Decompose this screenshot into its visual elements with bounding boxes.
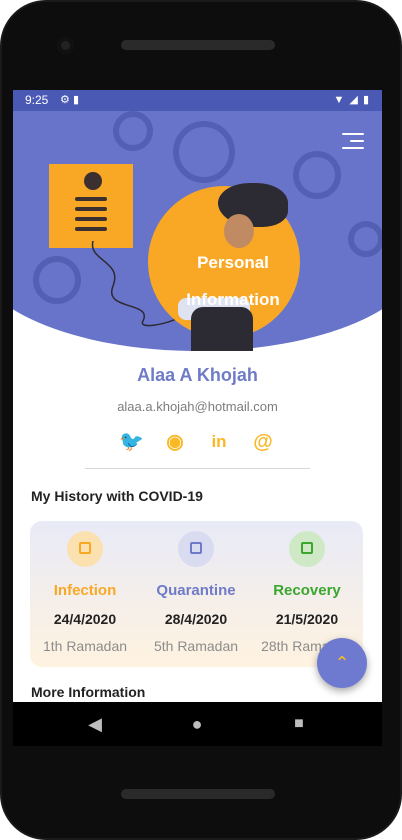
hero-title-line1: Personal (197, 253, 269, 272)
history-date: 24/4/2020 (53, 611, 117, 627)
signal-icon: ◢ (349, 94, 359, 106)
scroll-up-button[interactable]: ⌃ (317, 638, 367, 688)
hero-title: Personal Information (173, 244, 293, 318)
virus-decoration-icon (33, 256, 81, 304)
linkedin-icon[interactable]: in (207, 430, 231, 454)
hero-banner: Personal Information (13, 111, 382, 351)
recents-icon[interactable]: ■ (279, 702, 319, 746)
history-label: Recovery (273, 582, 341, 599)
history-ramadan: 1th Ramadan (42, 638, 128, 654)
history-column-quarantine: Quarantine 28/4/2020 5th Ramadan (141, 521, 251, 667)
virus-decoration-icon (113, 111, 153, 151)
profile-name: Alaa A Khojah (137, 365, 258, 385)
status-left-icons: ⚙ ▮ (60, 93, 79, 106)
email-at-icon[interactable]: @ (251, 430, 275, 454)
history-column-infection: Infection 24/4/2020 1th Ramadan (30, 521, 140, 667)
virus-decoration-icon (173, 121, 235, 183)
calendar-icon (289, 531, 325, 567)
status-right-icons: ▼ ◢ ▮ (333, 93, 370, 106)
bottom-speaker (121, 789, 275, 799)
calendar-icon (67, 531, 103, 567)
history-date: 21/5/2020 (275, 611, 339, 627)
github-icon[interactable]: ◉ (163, 430, 187, 454)
home-icon[interactable]: ● (177, 702, 217, 746)
front-camera (57, 37, 74, 54)
calendar-icon (178, 531, 214, 567)
history-card: Infection 24/4/2020 1th Ramadan Quaranti… (30, 521, 363, 667)
settings-icon: ⚙ (60, 94, 70, 106)
back-icon[interactable]: ◀ (75, 702, 115, 746)
history-date: 28/4/2020 (164, 611, 228, 627)
status-time: 9:25 (25, 93, 49, 107)
girl-head-illustration (224, 214, 254, 248)
history-label: Infection (53, 582, 117, 599)
hero-title-line2: Information (186, 290, 280, 309)
app-screen: 9:25 ⚙ ▮ ▼ ◢ ▮ Personal Information Alaa… (13, 90, 382, 702)
social-links: 🐦 ◉ in @ (119, 430, 279, 454)
divider (85, 468, 310, 469)
avatar-icon (84, 172, 102, 190)
virus-decoration-icon (348, 221, 382, 257)
phone-frame: 9:25 ⚙ ▮ ▼ ◢ ▮ Personal Information Alaa… (0, 0, 402, 840)
wifi-icon: ▼ (333, 94, 346, 106)
twitter-icon[interactable]: 🐦 (119, 430, 144, 454)
virus-decoration-icon (293, 151, 341, 199)
profile-email[interactable]: alaa.a.khojah@hotmail.com (13, 399, 382, 414)
history-section-title: My History with COVID-19 (31, 488, 203, 504)
menu-icon[interactable] (342, 133, 364, 149)
earpiece-speaker (121, 40, 275, 50)
chevron-up-icon: ⌃ (334, 653, 350, 673)
status-bar: 9:25 ⚙ ▮ ▼ ◢ ▮ (13, 90, 382, 111)
android-nav-bar: ◀ ● ■ (13, 702, 382, 746)
id-card-illustration (49, 164, 133, 248)
sd-card-icon: ▮ (72, 94, 79, 106)
battery-icon: ▮ (362, 94, 370, 106)
history-ramadan: 5th Ramadan (153, 638, 239, 654)
more-info-title: More Information (31, 684, 146, 700)
history-label: Quarantine (156, 582, 236, 599)
